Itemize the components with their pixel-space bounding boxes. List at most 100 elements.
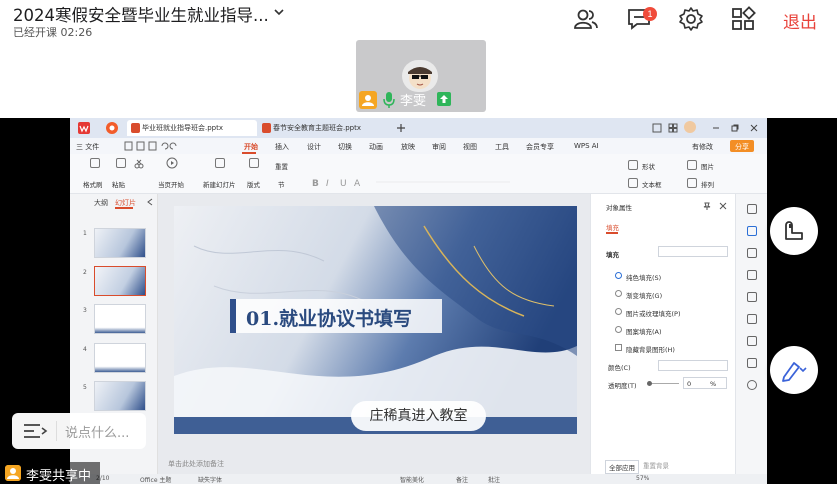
radio-gradient-fill[interactable] <box>615 290 622 297</box>
collapse-panel-icon[interactable] <box>146 198 154 206</box>
wps-ribbon: 格式刷 粘贴 当页开始 新建幻灯片 版式 重置 节 B I U A 形状 图片 <box>70 154 767 194</box>
menu-file[interactable]: 三 文件 <box>76 142 99 152</box>
copy-icon[interactable] <box>747 270 757 280</box>
menu-review[interactable]: 审阅 <box>432 142 446 152</box>
radio-solid-fill[interactable] <box>615 272 622 279</box>
properties-icon[interactable] <box>747 226 757 236</box>
slide-thumbnail-1[interactable] <box>94 228 146 258</box>
close-icon[interactable] <box>719 202 727 210</box>
tab-fill[interactable]: 填充 <box>606 222 619 232</box>
theme-name[interactable]: Office 主题 <box>140 475 171 484</box>
notes-toggle[interactable]: 备注 <box>456 475 468 484</box>
slide-thumbnail-5[interactable] <box>94 381 146 411</box>
smart-beautify[interactable]: 智能美化 <box>400 475 424 484</box>
format-painter-icon <box>90 158 100 168</box>
menu-design[interactable]: 设计 <box>307 142 321 152</box>
quick-access-icons[interactable] <box>124 141 184 151</box>
section-button[interactable]: 节 <box>278 179 285 189</box>
chat-input-bar[interactable]: 说点什么... <box>12 413 146 449</box>
sidebar-tool-icon[interactable] <box>747 204 757 214</box>
grid-view-icon[interactable] <box>668 123 678 133</box>
format-painter-button[interactable]: 格式刷 <box>83 179 103 189</box>
apps-grid-icon[interactable] <box>730 6 756 32</box>
notes-placeholder[interactable]: 单击此处添加备注 <box>168 459 224 469</box>
reset-background-button[interactable]: 重置背景 <box>643 460 669 470</box>
settings-icon[interactable] <box>747 358 757 368</box>
tab-file-1[interactable]: 毕业班就业指导班会.pptx <box>127 120 257 136</box>
menu-tools[interactable]: 工具 <box>495 142 509 152</box>
slide-number: 4 <box>83 346 87 353</box>
svg-text:A: A <box>354 179 361 188</box>
participant-video-tile[interactable]: 李雯 <box>356 40 486 112</box>
gear-icon[interactable] <box>678 6 704 32</box>
slider-handle[interactable] <box>647 381 652 386</box>
paste-button[interactable]: 粘贴 <box>112 179 125 189</box>
chevron-down-icon[interactable] <box>272 5 286 19</box>
play-from-current-button[interactable]: 当页开始 <box>158 179 184 189</box>
minimize-icon[interactable] <box>711 123 721 133</box>
slide-thumbnail-2[interactable] <box>94 266 146 296</box>
meeting-title[interactable]: 2024寒假安全暨毕业生就业指导... <box>13 2 269 26</box>
chat-badge: 1 <box>643 7 657 21</box>
play-icon <box>166 157 178 169</box>
transparency-input[interactable]: 0 % <box>683 377 727 389</box>
meeting-header: 2024寒假安全暨毕业生就业指导... 已经开课 02:26 1 退出 李雯 <box>0 0 837 118</box>
transparency-slider[interactable] <box>649 383 679 384</box>
font-format-icons[interactable]: B I U A <box>310 176 510 188</box>
fill-dropdown[interactable] <box>658 246 728 257</box>
cut-icon[interactable] <box>134 159 144 169</box>
help-icon[interactable] <box>747 380 757 390</box>
menu-home[interactable]: 开始 <box>244 142 258 152</box>
chat-placeholder[interactable]: 说点什么... <box>65 422 129 441</box>
share-button[interactable]: 分享 <box>730 140 754 152</box>
paste-icon <box>116 158 126 168</box>
exit-button[interactable]: 退出 <box>783 8 817 33</box>
window-layout-icon[interactable] <box>652 123 662 133</box>
textbox-button[interactable]: 文本框 <box>642 179 662 189</box>
hide-background-checkbox[interactable] <box>615 344 622 351</box>
shape-button[interactable]: 形状 <box>642 161 655 171</box>
color-dropdown[interactable] <box>658 360 728 371</box>
participants-icon[interactable] <box>573 6 599 32</box>
menu-animations[interactable]: 动画 <box>369 142 383 152</box>
close-icon[interactable] <box>749 123 759 133</box>
menu-slideshow[interactable]: 放映 <box>401 142 415 152</box>
chat-toggle-icon[interactable] <box>22 422 50 440</box>
current-slide[interactable]: 01.就业协议书填写 <box>174 206 577 434</box>
restore-icon[interactable] <box>730 123 740 133</box>
apply-all-button[interactable]: 全部应用 <box>605 460 639 474</box>
arrange-button[interactable]: 排列 <box>701 179 714 189</box>
new-slide-button[interactable]: 新建幻灯片 <box>203 179 236 189</box>
image-icon[interactable] <box>747 292 757 302</box>
slide-number: 2 <box>83 269 87 276</box>
microphone-icon[interactable] <box>382 91 396 109</box>
whiteboard-button[interactable] <box>770 207 818 255</box>
radio-pattern-fill[interactable] <box>615 326 622 333</box>
slide-thumbnail-3[interactable] <box>94 304 146 334</box>
tab-file-2[interactable]: 春节安全教育主题班会.pptx <box>258 120 390 136</box>
menu-wps-ai[interactable]: WPS AI <box>574 142 599 150</box>
menu-member[interactable]: 会员专享 <box>526 142 554 152</box>
pin-icon[interactable] <box>703 202 711 210</box>
missing-font[interactable]: 缺失字体 <box>198 475 222 484</box>
layers-icon[interactable] <box>747 336 757 346</box>
picture-button[interactable]: 图片 <box>701 161 714 171</box>
plus-icon[interactable] <box>396 123 406 133</box>
option-gradient-fill: 渐变填充(G) <box>626 292 663 300</box>
slide-thumbnail-4[interactable] <box>94 343 146 373</box>
magic-icon[interactable] <box>747 314 757 324</box>
slide-title-box[interactable]: 01.就业协议书填写 <box>230 299 442 333</box>
menu-insert[interactable]: 插入 <box>275 142 289 152</box>
comments-toggle[interactable]: 批注 <box>488 475 500 484</box>
menu-view[interactable]: 视图 <box>463 142 477 152</box>
star-icon[interactable] <box>747 248 757 258</box>
zoom-level[interactable]: 57% <box>636 475 649 482</box>
menu-transitions[interactable]: 切换 <box>338 142 352 152</box>
tab-outline[interactable]: 大纲 <box>94 198 108 208</box>
user-avatar-icon[interactable] <box>684 121 696 133</box>
annotate-button[interactable] <box>770 346 818 394</box>
layout-button[interactable]: 版式 <box>247 179 260 189</box>
user-icon <box>359 91 377 109</box>
reset-button[interactable]: 重置 <box>275 161 288 171</box>
radio-picture-fill[interactable] <box>615 308 622 315</box>
